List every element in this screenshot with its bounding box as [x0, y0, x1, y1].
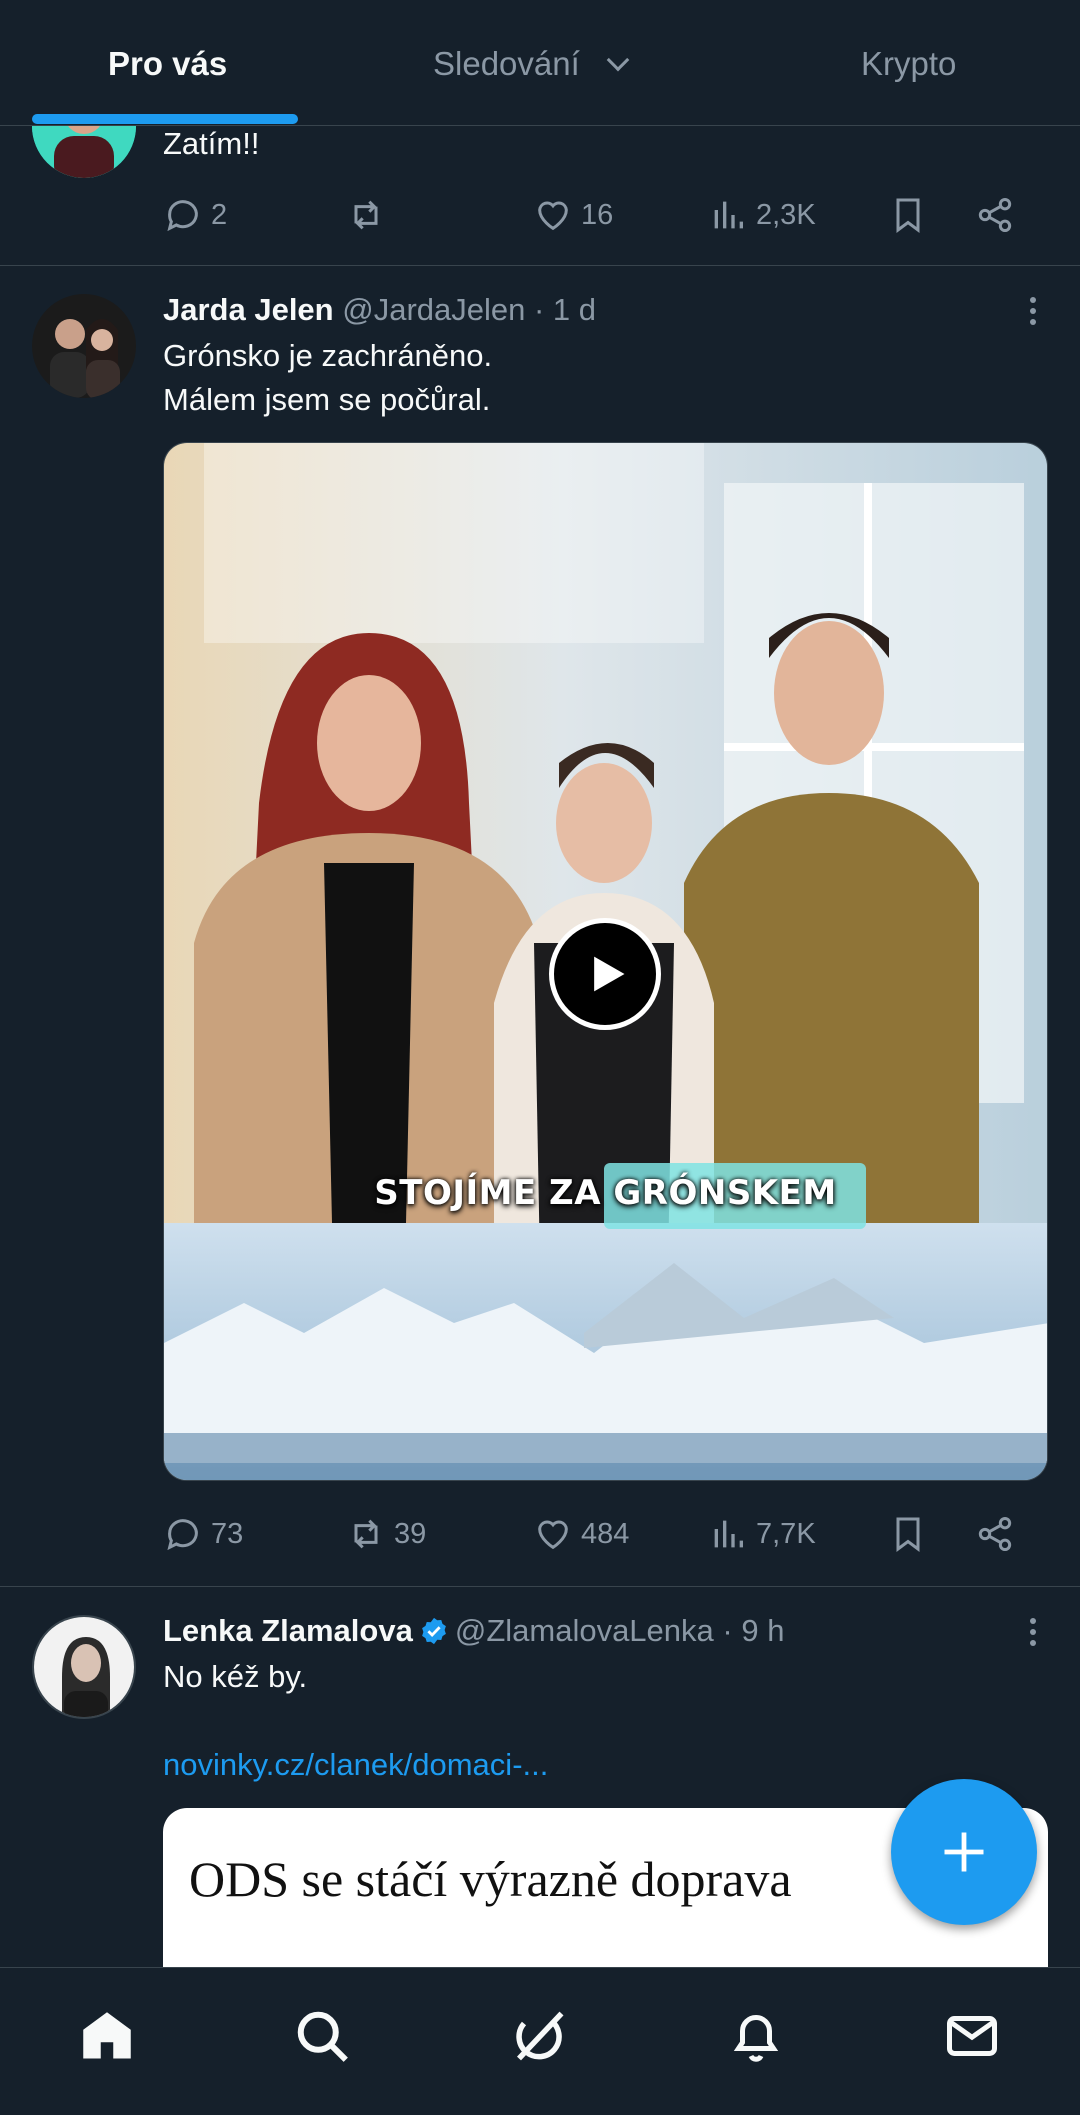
- nav-notifications[interactable]: [726, 2006, 786, 2066]
- post-text-line2: Málem jsem se počůral.: [163, 382, 491, 417]
- post-jarda-jelen[interactable]: Jarda Jelen @JardaJelen · 1 d Grónsko je…: [0, 266, 1080, 1587]
- views-count: 7,7K: [756, 1517, 816, 1550]
- views-button[interactable]: 2,3K: [708, 190, 816, 240]
- avatar[interactable]: [32, 1615, 136, 1719]
- bookmark-button[interactable]: [888, 190, 928, 240]
- verified-icon: [421, 1617, 446, 1645]
- plus-icon: [944, 1832, 984, 1872]
- nav-search[interactable]: [292, 2006, 352, 2066]
- share-icon: [978, 198, 1012, 232]
- bookmark-icon: [896, 198, 920, 233]
- search-icon: [297, 2011, 348, 2062]
- author-name[interactable]: Lenka Zlamalova: [163, 1613, 413, 1648]
- video-player[interactable]: STOJÍME ZA GRÓNSKEM: [163, 442, 1048, 1481]
- home-icon: [83, 2012, 131, 2059]
- play-icon: [594, 956, 625, 992]
- post-time: · 9 h: [722, 1613, 785, 1648]
- like-icon: [538, 201, 568, 231]
- play-button[interactable]: [549, 918, 661, 1030]
- nav-home[interactable]: [77, 2006, 137, 2066]
- post-text: No kéž by.: [163, 1659, 308, 1694]
- active-tab-indicator: [32, 114, 298, 124]
- reply-icon: [167, 1519, 198, 1551]
- more-icon[interactable]: [1018, 1613, 1048, 1653]
- author-handle[interactable]: @JardaJelen: [342, 292, 525, 327]
- repost-button[interactable]: 39: [346, 1509, 426, 1559]
- like-button[interactable]: 16: [533, 190, 613, 240]
- post-time: · 1 d: [533, 292, 597, 327]
- share-button[interactable]: [975, 1509, 1015, 1559]
- more-icon[interactable]: [1018, 292, 1048, 332]
- reply-count: 73: [211, 1517, 244, 1550]
- messages-icon: [947, 2016, 997, 2056]
- nav-grok[interactable]: [509, 2006, 569, 2066]
- repost-icon: [354, 200, 378, 230]
- repost-icon: [354, 1519, 378, 1549]
- like-count: 16: [581, 198, 614, 231]
- repost-count: 39: [394, 1517, 427, 1550]
- reply-count: 2: [211, 198, 228, 231]
- like-button[interactable]: 484: [533, 1509, 629, 1559]
- reply-icon: [167, 200, 198, 232]
- avatar[interactable]: [32, 294, 136, 398]
- tab-following-label: Sledování: [433, 45, 580, 82]
- post-text-line1: Grónsko je zachráněno.: [163, 338, 493, 373]
- views-button[interactable]: 7,7K: [708, 1509, 816, 1559]
- tab-for-you[interactable]: Pro vás: [108, 44, 227, 84]
- notifications-icon: [733, 2015, 779, 2062]
- author-name[interactable]: Jarda Jelen: [163, 292, 334, 327]
- chevron-down-icon: [606, 48, 630, 72]
- tab-crypto[interactable]: Krypto: [861, 44, 956, 84]
- top-tab-bar: Pro vás Sledování Krypto: [0, 0, 1080, 126]
- reply-button[interactable]: 73: [163, 1509, 243, 1559]
- nav-messages[interactable]: [942, 2006, 1002, 2066]
- video-caption: STOJÍME ZA GRÓNSKEM: [164, 1173, 1047, 1213]
- bottom-navigation: [0, 1967, 1080, 2115]
- bookmark-icon: [896, 1517, 920, 1552]
- bookmark-button[interactable]: [888, 1509, 928, 1559]
- post-lenka-zlamalova[interactable]: Lenka Zlamalova @ZlamalovaLenka · 9 h No …: [0, 1587, 1080, 2008]
- like-count: 484: [581, 1517, 630, 1550]
- share-button[interactable]: [975, 190, 1015, 240]
- repost-button[interactable]: [346, 190, 386, 240]
- post-link[interactable]: novinky.cz/clanek/domaci-...: [163, 1743, 1048, 1787]
- author-handle[interactable]: @ZlamalovaLenka: [455, 1613, 714, 1648]
- video-caption-part2: GRÓNSKEM: [613, 1173, 837, 1213]
- post-text: Zatím!!: [163, 126, 260, 161]
- views-count: 2,3K: [756, 198, 816, 231]
- share-icon: [978, 1517, 1012, 1551]
- grok-icon: [516, 2011, 564, 2061]
- tab-following[interactable]: Sledování: [433, 44, 630, 84]
- views-icon: [714, 201, 743, 229]
- card-headline: ODS se stáčí výrazně doprava: [189, 1851, 792, 1907]
- views-icon: [714, 1520, 743, 1548]
- reply-button[interactable]: 2: [163, 190, 227, 240]
- video-caption-part1: STOJÍME ZA: [374, 1173, 614, 1213]
- compose-button[interactable]: [891, 1779, 1037, 1925]
- like-icon: [538, 1520, 568, 1550]
